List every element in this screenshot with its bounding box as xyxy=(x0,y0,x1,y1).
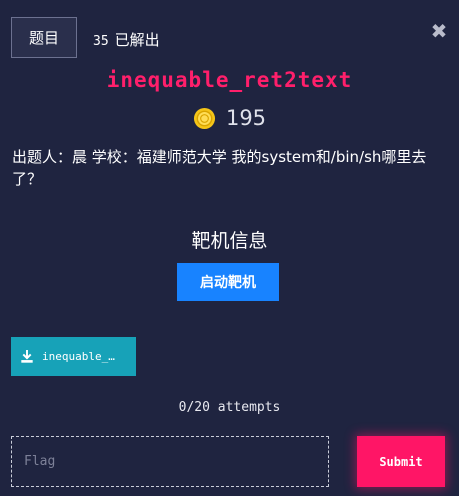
solves-count: 35 xyxy=(93,34,109,49)
file-download-button[interactable]: inequable_… xyxy=(11,337,136,376)
file-name: inequable_… xyxy=(42,350,115,363)
instance-section-title: 靶机信息 xyxy=(191,230,268,252)
challenge-modal: 题目 35 已解出 ✖ inequable_ret2text 195 出题人：晨 … xyxy=(0,0,459,496)
challenge-points: 195 xyxy=(0,106,459,130)
solves-label: 已解出 xyxy=(114,31,160,49)
points-value: 195 xyxy=(225,106,267,130)
submit-button[interactable]: Submit xyxy=(357,436,445,487)
start-instance-button[interactable]: 启动靶机 xyxy=(177,263,279,301)
attempts-count: 0/20 attempts xyxy=(178,400,281,415)
flag-input[interactable] xyxy=(11,436,329,487)
challenge-description: 出题人：晨 学校：福建师范大学 我的system和/bin/sh哪里去了？ xyxy=(12,148,427,188)
solves-info: 35 已解出 xyxy=(93,29,160,50)
coin-icon xyxy=(193,107,215,129)
close-icon[interactable]: ✖ xyxy=(430,20,448,42)
challenge-title: inequable_ret2text xyxy=(106,68,353,92)
download-icon xyxy=(21,349,33,363)
tab-challenge[interactable]: 题目 xyxy=(11,17,77,58)
